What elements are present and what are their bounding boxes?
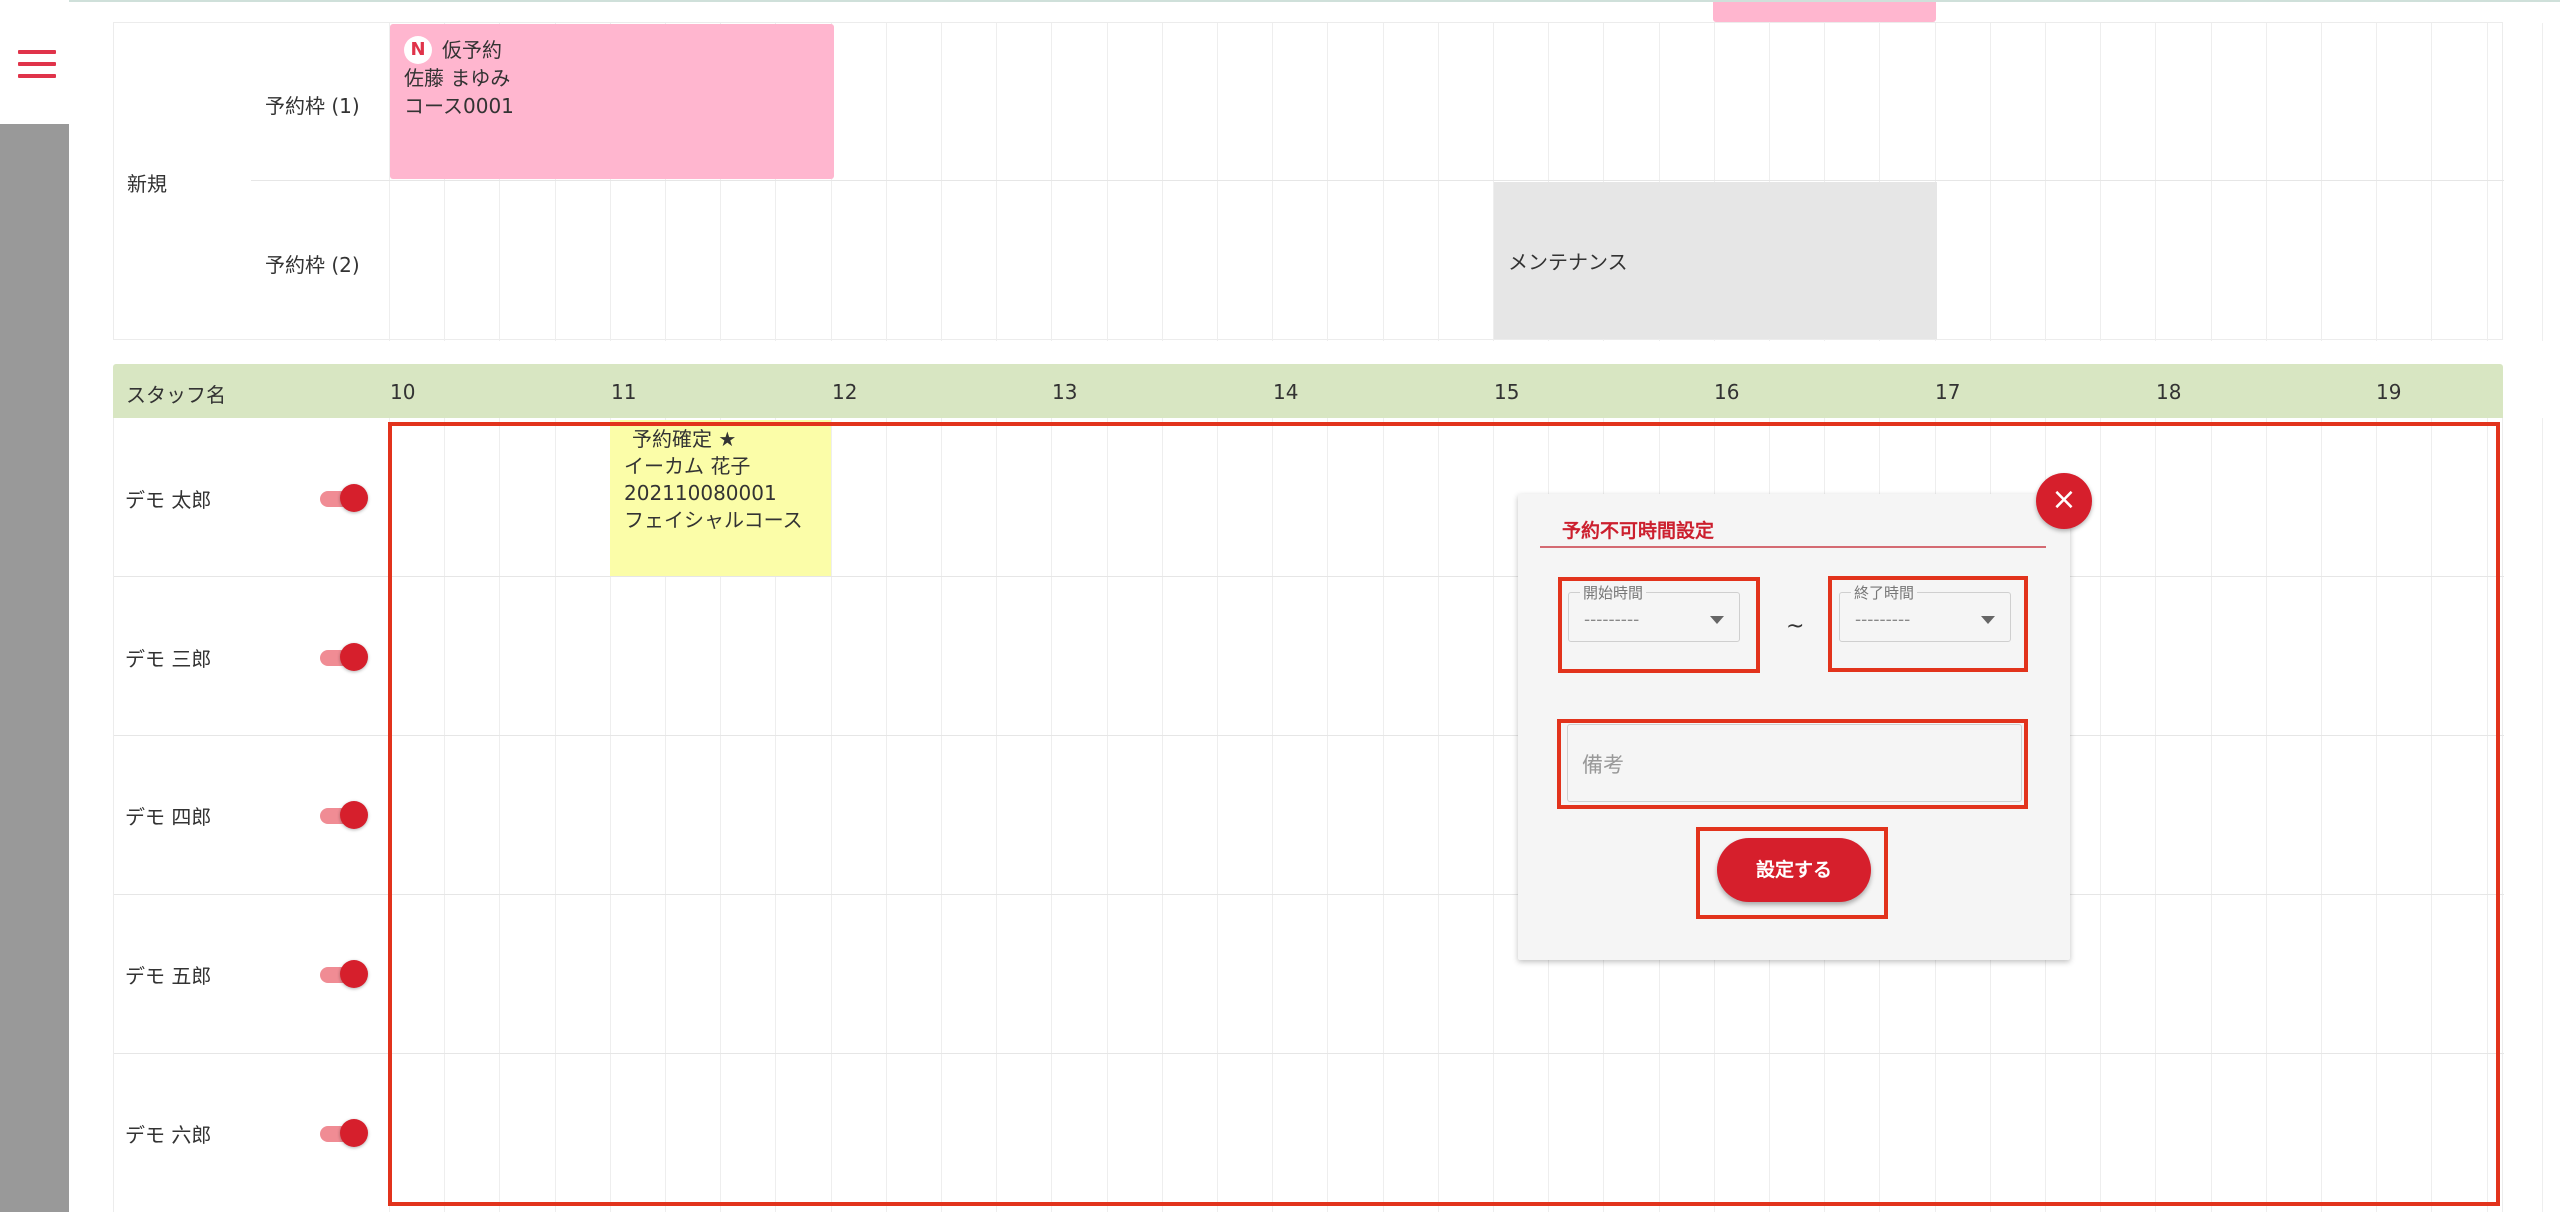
maintenance-label: メンテナンス [1508,250,1628,274]
slot-label-1: 予約枠 (1) [265,94,360,118]
grid-highlight-frame [388,422,2500,1206]
grid-line [941,23,942,341]
category-label: 新規 [127,172,167,196]
staff-column-header: スタッフ名 [126,383,226,407]
hour-label: 16 [1714,380,1740,404]
maintenance-block[interactable]: メンテナンス [1494,182,1937,339]
grid-line [1327,23,1329,341]
staff-toggle[interactable] [318,1118,370,1148]
grid-line [2321,23,2322,341]
grid-line [1051,23,1053,341]
new-badge-icon: N [404,35,432,64]
modal-title-rule [1540,546,2046,548]
grid-line [2541,23,2543,341]
time-range-separator: ~ [1786,614,1805,639]
grid-line [1989,23,1991,341]
hour-label: 19 [2376,380,2402,404]
grid-line [2431,23,2433,341]
grid-line [2100,23,2102,341]
staff-name: デモ 三郎 [125,647,212,671]
hour-label: 14 [1273,380,1299,404]
memo-highlight [1557,719,2028,809]
side-rail [0,0,69,1212]
staff-toggle[interactable] [318,800,370,830]
grid-line [2486,23,2488,341]
grid-line [1272,23,1274,341]
submit-highlight [1696,827,1888,919]
hour-label: 13 [1052,380,1078,404]
hour-label: 10 [390,380,416,404]
grid-line [2045,23,2046,341]
hour-label: 12 [832,380,858,404]
hour-label: 18 [2156,380,2182,404]
menu-box [0,0,69,124]
grid-line [2210,23,2212,341]
booking-block-partial[interactable] [1713,2,1936,22]
hour-label: 15 [1494,380,1520,404]
tentative-booking-card[interactable]: N 仮予約 佐藤 まゆみ コース0001 [390,24,834,179]
hour-label: 11 [611,380,637,404]
grid-line [1382,23,1384,341]
booking-status: 仮予約 [442,37,502,62]
staff-toggle[interactable] [318,959,370,989]
grid-line [996,23,998,341]
grid-line [1161,23,1163,341]
hour-label: 17 [1935,380,1961,404]
grid-line [2376,23,2378,341]
end-time-highlight [1828,576,2028,672]
slot-label-2: 予約枠 (2) [265,253,360,277]
top-divider [69,0,2560,2]
booking-course: コース0001 [404,94,514,118]
grid-line [1217,23,1218,341]
staff-toggle[interactable] [318,483,370,513]
hamburger-menu-icon[interactable] [18,50,56,78]
staff-name: デモ 六郎 [125,1123,212,1147]
grid-line [885,23,887,341]
modal-title: 予約不可時間設定 [1562,520,1715,542]
staff-name: デモ 太郎 [125,488,212,512]
staff-name: デモ 五郎 [125,964,212,988]
booking-customer: 佐藤 まゆみ [404,66,511,90]
grid-line [1437,23,1439,341]
grid-line [2155,23,2157,341]
schedule-header: スタッフ名 10 11 12 13 14 15 16 17 18 19 [113,364,2503,418]
grid-line [2541,418,2543,1212]
slot-row-divider [251,180,2504,181]
staff-toggle[interactable] [318,642,370,672]
start-time-highlight [1558,577,1760,673]
grid-line [2265,23,2267,341]
grid-line [1106,23,1108,341]
close-icon[interactable]: × [2036,473,2092,529]
staff-name: デモ 四郎 [125,805,212,829]
